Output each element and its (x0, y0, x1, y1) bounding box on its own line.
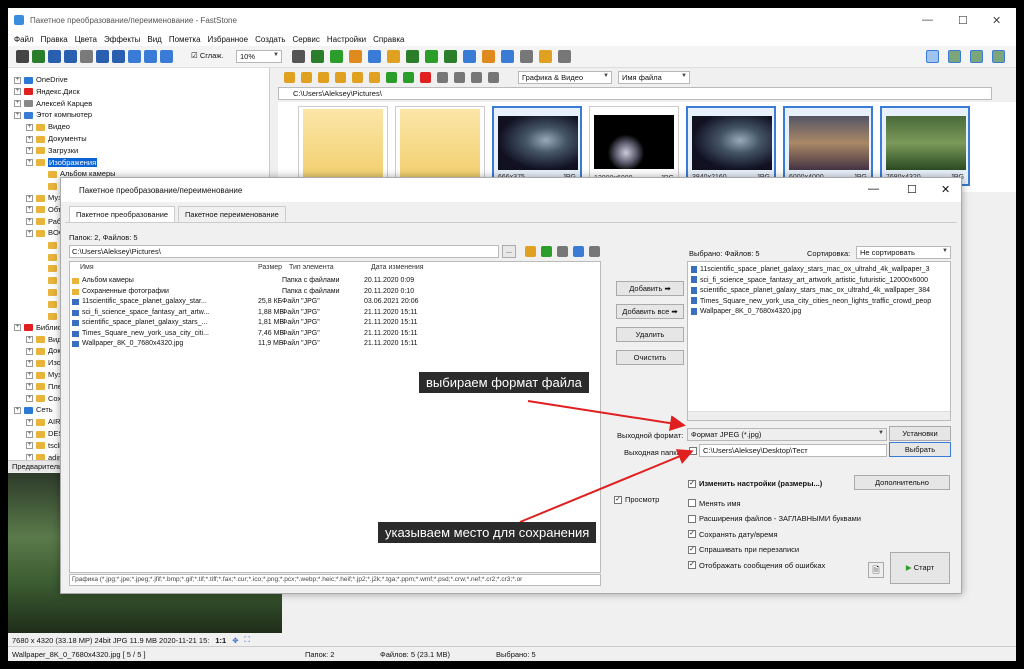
annotation-location: указываем место для сохранения (378, 522, 597, 543)
arrow-to-format (527, 400, 686, 432)
annotation-arrows (519, 400, 694, 523)
annotation-format: выбираем формат файла (419, 372, 589, 393)
arrow-to-folder (519, 449, 694, 523)
